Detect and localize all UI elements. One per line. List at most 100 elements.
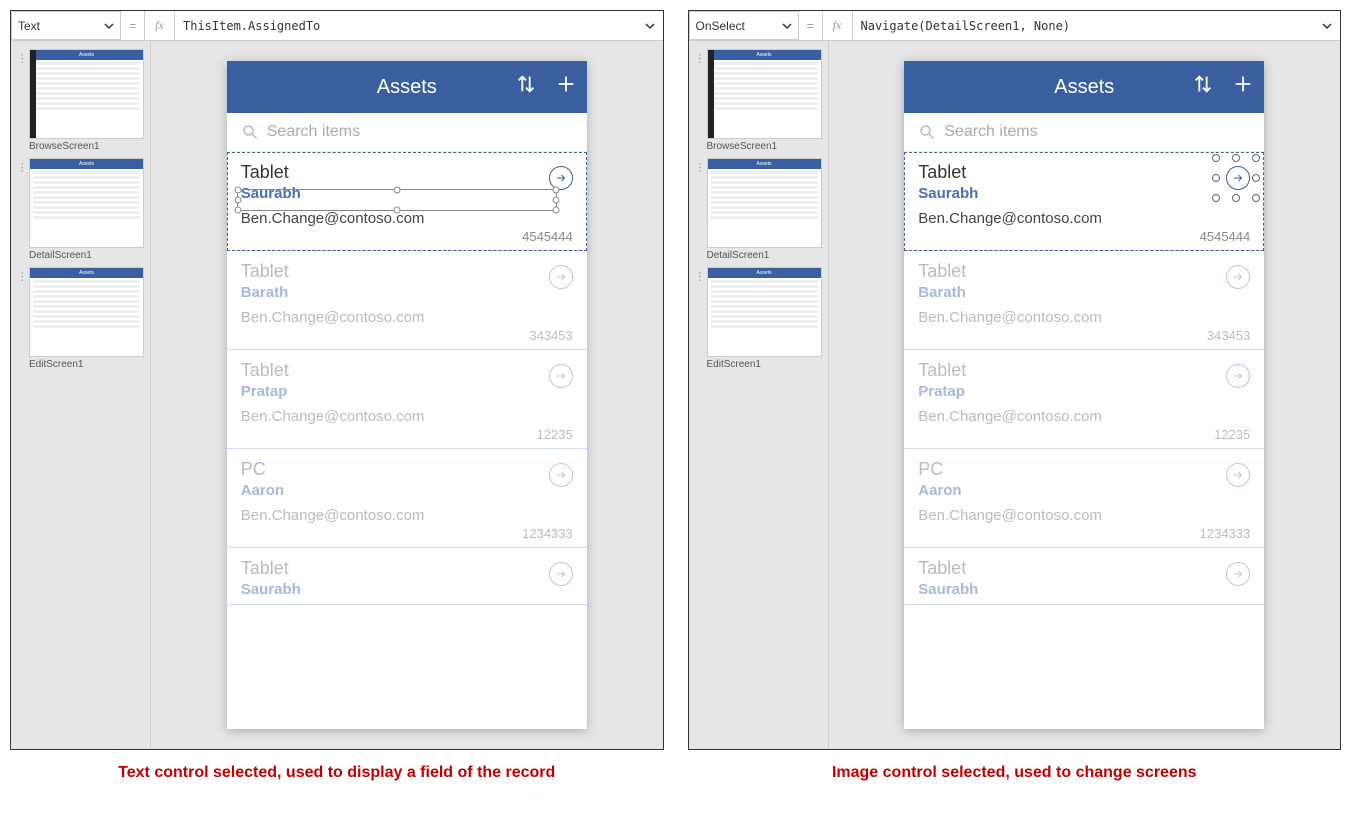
gallery-item[interactable]: TabletPratapBen.Change@contoso.com12235 [227,350,587,449]
fx-label: fx [823,11,853,40]
selection-handle[interactable] [393,187,400,194]
thumb-header: Assets [708,50,821,60]
selection-handle[interactable] [234,207,241,214]
thumb-menu-icon[interactable]: ⋯ [694,271,707,280]
navigate-arrow-button[interactable] [549,166,573,190]
formula-bar: OnSelect=fxNavigate(DetailScreen1, None) [689,11,1341,41]
selection-handle[interactable] [552,207,559,214]
item-title: Tablet [241,558,573,579]
item-number: 343453 [241,328,573,343]
sort-button[interactable] [515,73,537,101]
add-button[interactable] [1232,73,1254,101]
navigate-arrow-button[interactable] [549,463,573,487]
thumb-menu-icon[interactable]: ⋯ [16,271,29,280]
app-title: Assets [1054,76,1114,99]
gallery-item[interactable]: TabletBarathBen.Change@contoso.com343453 [904,251,1264,350]
gallery-item[interactable]: Tablet Saurabh [227,548,587,605]
app-title: Assets [377,76,437,99]
selection-handle[interactable] [552,197,559,204]
gallery-item[interactable]: PCAaronBen.Change@contoso.com1234333 [904,449,1264,548]
selection-handle[interactable] [1252,154,1260,162]
search-input[interactable]: Search items [904,113,1264,152]
gallery-item[interactable]: TabletSaurabh [904,548,1264,605]
formula-input[interactable]: ThisItem.AssignedTo [175,11,663,40]
item-assigned: Saurabh [241,581,573,598]
navigate-arrow-button[interactable] [549,562,573,586]
item-assigned: Barath [918,284,1250,301]
thumb-menu-icon[interactable]: ⋯ [694,162,707,171]
gallery-item[interactable]: PCAaronBen.Change@contoso.com1234333 [227,449,587,548]
item-email: Ben.Change@contoso.com [241,408,573,425]
app-header: Assets [904,61,1264,113]
item-assigned: Saurabh [918,185,1250,202]
item-title: Tablet [241,360,573,381]
selection-box[interactable] [1216,158,1256,198]
screen-thumbnail[interactable]: ⋯AssetsDetailScreen1 [695,158,822,261]
formula-input[interactable]: Navigate(DetailScreen1, None) [853,11,1341,40]
selection-handle[interactable] [1212,194,1220,202]
search-input[interactable]: Search items [227,113,587,152]
arrow-right-icon [1232,370,1244,382]
thumb-header: Assets [708,268,821,278]
gallery-item[interactable]: TabletSaurabhBen.Change@contoso.com45454… [227,152,587,251]
item-email: Ben.Change@contoso.com [241,309,573,326]
thumb-menu-icon[interactable]: ⋯ [16,53,29,62]
selection-handle[interactable] [393,207,400,214]
fx-label: fx [145,11,175,40]
add-button[interactable] [555,73,577,101]
item-number: 12235 [241,427,573,442]
item-title: PC [918,459,1250,480]
selection-handle[interactable] [1232,154,1240,162]
thumb-header: Assets [30,50,143,60]
screen-navigator: ⋯AssetsBrowseScreen1⋯AssetsDetailScreen1… [689,41,829,749]
editor-panel: OnSelect=fxNavigate(DetailScreen1, None)… [688,10,1342,750]
selection-handle[interactable] [1252,194,1260,202]
arrow-right-icon [555,568,567,580]
gallery-item[interactable]: TabletPratapBen.Change@contoso.com12235 [904,350,1264,449]
item-email: Ben.Change@contoso.com [918,408,1250,425]
screen-thumbnail[interactable]: ⋯AssetsDetailScreen1 [17,158,144,261]
phone-canvas: AssetsSearch itemsTabletSaurabhBen.Chang… [227,61,587,729]
app-header: Assets [227,61,587,113]
screen-thumbnail[interactable]: ⋯AssetsBrowseScreen1 [17,49,144,152]
property-dropdown[interactable]: OnSelect [689,11,799,40]
search-placeholder: Search items [944,123,1037,141]
selection-handle[interactable] [1232,194,1240,202]
screen-thumbnail[interactable]: ⋯AssetsEditScreen1 [17,267,144,370]
selection-handle[interactable] [1252,174,1260,182]
arrow-right-icon [1232,568,1244,580]
item-assigned: Aaron [918,482,1250,499]
arrow-right-icon [1232,271,1244,283]
sort-icon [515,73,537,95]
sort-button[interactable] [1192,73,1214,101]
search-icon [918,123,936,141]
navigate-arrow-button[interactable] [549,364,573,388]
selection-handle[interactable] [552,187,559,194]
thumb-label: DetailScreen1 [707,250,822,261]
item-title: Tablet [241,162,573,183]
thumb-menu-icon[interactable]: ⋯ [694,53,707,62]
item-title: Tablet [241,261,573,282]
selection-handle[interactable] [234,197,241,204]
canvas-area: AssetsSearch itemsTabletSaurabhBen.Chang… [151,41,663,749]
navigate-arrow-button[interactable] [549,265,573,289]
item-assigned: Pratap [918,383,1250,400]
item-email: Ben.Change@contoso.com [918,507,1250,524]
property-dropdown[interactable]: Text [11,11,121,40]
selection-handle[interactable] [1212,154,1220,162]
thumb-header: Assets [30,159,143,169]
selection-handle[interactable] [234,187,241,194]
arrow-right-icon [555,469,567,481]
thumb-label: BrowseScreen1 [707,141,822,152]
property-name: OnSelect [696,19,745,33]
screen-thumbnail[interactable]: ⋯AssetsEditScreen1 [695,267,822,370]
item-assigned: Saurabh [918,581,1250,598]
selection-handle[interactable] [1212,174,1220,182]
selection-box[interactable] [237,189,557,211]
gallery-item[interactable]: TabletBarathBen.Change@contoso.com343453 [227,251,587,350]
arrow-right-icon [555,271,567,283]
screen-thumbnail[interactable]: ⋯Assets BrowseScreen1 [695,49,822,152]
thumb-menu-icon[interactable]: ⋯ [16,162,29,171]
search-placeholder: Search items [267,123,360,141]
gallery-item[interactable]: TabletSaurabhBen.Change@contoso.com45454… [904,152,1264,251]
